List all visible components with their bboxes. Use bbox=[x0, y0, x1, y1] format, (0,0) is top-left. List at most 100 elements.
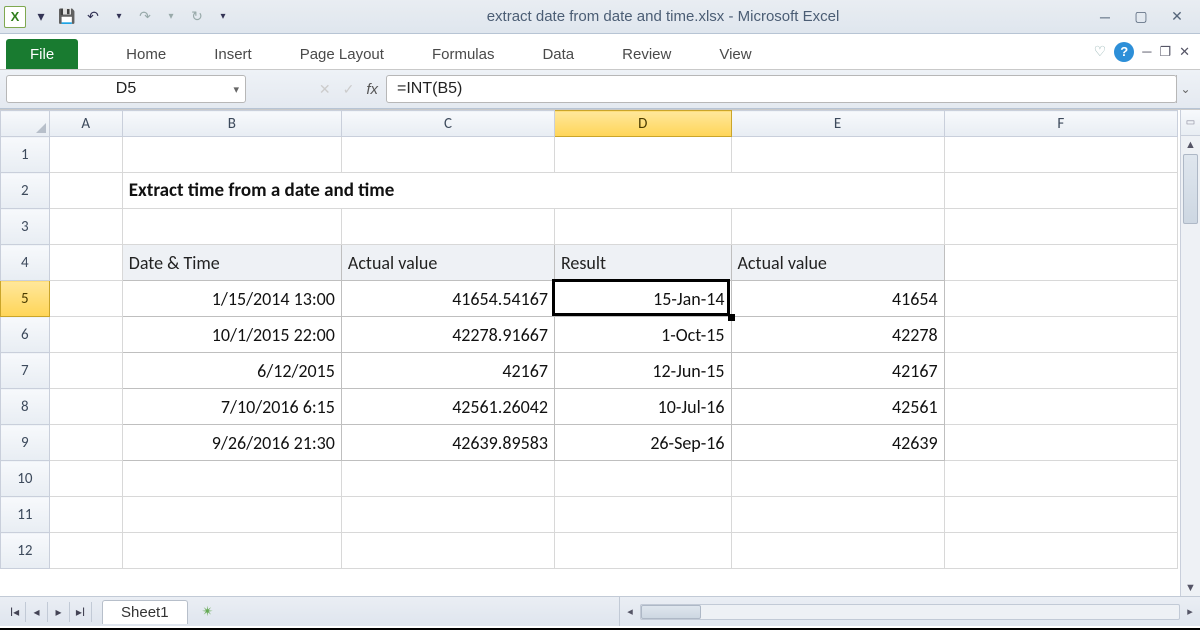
prev-sheet-icon[interactable]: ◂ bbox=[26, 602, 48, 622]
table-cell[interactable]: 42167 bbox=[341, 353, 554, 389]
scroll-right-icon[interactable]: ▸ bbox=[1180, 605, 1200, 618]
first-sheet-icon[interactable]: I◂ bbox=[4, 602, 26, 622]
tab-home[interactable]: Home bbox=[102, 39, 190, 69]
minimize-icon[interactable]: ─ bbox=[1092, 8, 1118, 26]
select-all-corner[interactable] bbox=[1, 111, 50, 137]
table-cell[interactable]: 6/12/2015 bbox=[122, 353, 341, 389]
col-header-D[interactable]: D bbox=[554, 111, 731, 137]
row-header[interactable]: 2 bbox=[1, 173, 50, 209]
row-header[interactable]: 8 bbox=[1, 389, 50, 425]
table-header[interactable]: Result bbox=[554, 245, 731, 281]
cell[interactable] bbox=[944, 353, 1177, 389]
name-box[interactable]: D5 ▾ bbox=[6, 75, 246, 103]
cell[interactable] bbox=[49, 281, 122, 317]
split-handle-icon[interactable]: ▭ bbox=[1181, 110, 1200, 136]
hscroll-thumb[interactable] bbox=[641, 605, 701, 619]
col-header-C[interactable]: C bbox=[341, 111, 554, 137]
doc-restore-icon[interactable]: ❐ bbox=[1159, 44, 1171, 60]
cell[interactable] bbox=[122, 137, 341, 173]
table-cell[interactable]: 12-Jun-15 bbox=[554, 353, 731, 389]
col-header-B[interactable]: B bbox=[122, 111, 341, 137]
horizontal-scrollbar[interactable]: ◂ ▸ bbox=[619, 597, 1200, 626]
cell[interactable] bbox=[944, 461, 1177, 497]
table-cell[interactable]: 1-Oct-15 bbox=[554, 317, 731, 353]
table-cell[interactable]: 26-Sep-16 bbox=[554, 425, 731, 461]
cell[interactable] bbox=[122, 461, 341, 497]
cell[interactable] bbox=[49, 425, 122, 461]
row-header[interactable]: 6 bbox=[1, 317, 50, 353]
new-sheet-icon[interactable]: ✴ bbox=[196, 603, 220, 621]
cell[interactable] bbox=[122, 209, 341, 245]
doc-minimize-icon[interactable]: ─ bbox=[1142, 44, 1151, 59]
tab-review[interactable]: Review bbox=[598, 39, 695, 69]
cell[interactable] bbox=[49, 137, 122, 173]
row-header[interactable]: 12 bbox=[1, 533, 50, 569]
table-header[interactable]: Date & Time bbox=[122, 245, 341, 281]
scroll-down-icon[interactable]: ▼ bbox=[1181, 579, 1200, 597]
sheet-tab-active[interactable]: Sheet1 bbox=[102, 600, 188, 624]
cell[interactable] bbox=[944, 317, 1177, 353]
col-header-F[interactable]: F bbox=[944, 111, 1177, 137]
table-cell[interactable]: 42278 bbox=[731, 317, 944, 353]
cell[interactable] bbox=[341, 533, 554, 569]
table-header[interactable]: Actual value bbox=[341, 245, 554, 281]
cell[interactable] bbox=[49, 173, 122, 209]
table-cell[interactable]: 7/10/2016 6:15 bbox=[122, 389, 341, 425]
name-box-dropdown-icon[interactable]: ▾ bbox=[233, 83, 239, 96]
file-tab[interactable]: File bbox=[6, 39, 78, 69]
scroll-up-icon[interactable]: ▲ bbox=[1181, 136, 1200, 154]
formula-input[interactable]: =INT(B5) bbox=[386, 75, 1177, 103]
worksheet[interactable]: A B C D E F 1 2 Extract time from a date… bbox=[0, 109, 1200, 597]
row-header[interactable]: 3 bbox=[1, 209, 50, 245]
cell[interactable] bbox=[944, 137, 1177, 173]
table-cell[interactable]: 42167 bbox=[731, 353, 944, 389]
cell[interactable] bbox=[49, 461, 122, 497]
maximize-icon[interactable]: ▢ bbox=[1128, 8, 1154, 26]
doc-close-icon[interactable]: ✕ bbox=[1179, 44, 1190, 60]
qat-dropdown-icon[interactable]: ▾ bbox=[30, 6, 52, 28]
cell[interactable] bbox=[341, 461, 554, 497]
tab-data[interactable]: Data bbox=[518, 39, 598, 69]
row-header[interactable]: 5 bbox=[1, 281, 50, 317]
table-cell[interactable]: 41654 bbox=[731, 281, 944, 317]
cell[interactable] bbox=[49, 533, 122, 569]
cell[interactable] bbox=[122, 533, 341, 569]
table-cell[interactable]: 42278.91667 bbox=[341, 317, 554, 353]
row-header[interactable]: 11 bbox=[1, 497, 50, 533]
repeat-icon[interactable]: ↻ bbox=[186, 6, 208, 28]
cell[interactable] bbox=[49, 389, 122, 425]
col-header-E[interactable]: E bbox=[731, 111, 944, 137]
cell[interactable] bbox=[944, 209, 1177, 245]
tab-page-layout[interactable]: Page Layout bbox=[276, 39, 408, 69]
formula-expand-icon[interactable]: ⌄ bbox=[1176, 75, 1194, 103]
cell[interactable] bbox=[944, 425, 1177, 461]
hscroll-track[interactable] bbox=[640, 604, 1180, 620]
row-header[interactable]: 1 bbox=[1, 137, 50, 173]
cell[interactable] bbox=[944, 245, 1177, 281]
help-icon[interactable]: ? bbox=[1114, 42, 1134, 62]
table-cell[interactable]: 10-Jul-16 bbox=[554, 389, 731, 425]
cell[interactable] bbox=[944, 497, 1177, 533]
cell[interactable] bbox=[731, 209, 944, 245]
table-cell[interactable]: 42639 bbox=[731, 425, 944, 461]
ribbon-minimize-icon[interactable]: ♡ bbox=[1094, 43, 1107, 60]
row-header[interactable]: 7 bbox=[1, 353, 50, 389]
table-cell[interactable]: 41654.54167 bbox=[341, 281, 554, 317]
row-header[interactable]: 9 bbox=[1, 425, 50, 461]
tab-formulas[interactable]: Formulas bbox=[408, 39, 519, 69]
cancel-formula-icon[interactable]: ✕ bbox=[319, 81, 331, 98]
cell[interactable] bbox=[554, 533, 731, 569]
cell[interactable] bbox=[49, 353, 122, 389]
cell[interactable] bbox=[341, 209, 554, 245]
table-cell[interactable]: 10/1/2015 22:00 bbox=[122, 317, 341, 353]
cell[interactable] bbox=[944, 173, 1177, 209]
cell[interactable] bbox=[554, 497, 731, 533]
cell[interactable] bbox=[554, 209, 731, 245]
cell[interactable] bbox=[944, 533, 1177, 569]
scroll-left-icon[interactable]: ◂ bbox=[620, 605, 640, 618]
cell[interactable] bbox=[554, 137, 731, 173]
cell[interactable] bbox=[49, 497, 122, 533]
redo-dropdown-icon[interactable]: ▾ bbox=[160, 6, 182, 28]
redo-icon[interactable]: ↷ bbox=[134, 6, 156, 28]
cell[interactable] bbox=[944, 389, 1177, 425]
